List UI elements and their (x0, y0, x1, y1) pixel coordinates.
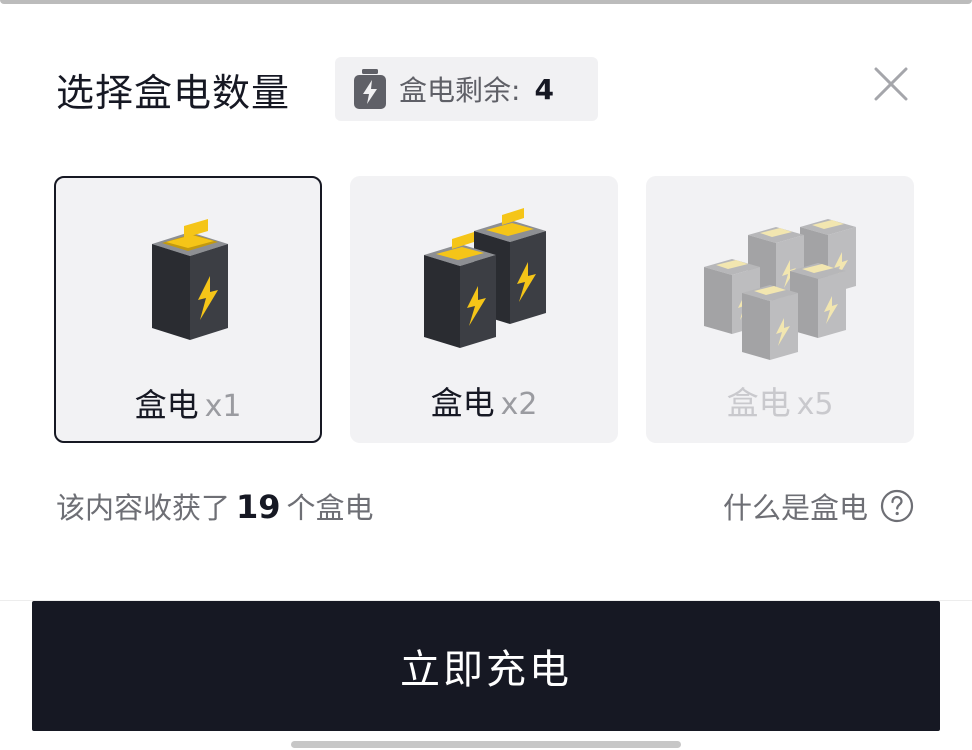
question-circle-icon (880, 489, 914, 523)
option-card-x2[interactable]: 盒电 x2 (350, 176, 618, 443)
option-label: 盒电 x1 (134, 386, 242, 424)
option-label: 盒电 x5 (726, 384, 834, 422)
remaining-count: 4 (534, 72, 554, 106)
sheet-top-edge (0, 0, 972, 4)
remaining-label: 盒电剩余: (399, 74, 521, 107)
what-is-link[interactable]: 什么是盒电 (723, 485, 914, 527)
help-label: 什么是盒电 (722, 491, 868, 525)
charge-now-button[interactable]: 立即充电 (32, 601, 940, 731)
option-card-x1[interactable]: 盒电 x1 (54, 176, 322, 443)
battery-bolt-icon (354, 69, 386, 109)
collected-note: 该内容收获了 19 个盒电 (56, 488, 374, 526)
remaining-badge: 盒电剩余: 4 (335, 57, 598, 121)
collected-count: 19 (236, 488, 281, 526)
home-indicator[interactable] (291, 741, 681, 748)
battery-single-icon (152, 219, 228, 340)
option-label: 盒电 x2 (430, 384, 538, 422)
dialog-title: 选择盒电数量 (56, 71, 291, 115)
option-card-x5[interactable]: 盒电 x5 (646, 176, 914, 443)
battery-five-icon (704, 219, 856, 360)
close-icon[interactable] (871, 64, 911, 104)
battery-double-icon (424, 208, 546, 348)
